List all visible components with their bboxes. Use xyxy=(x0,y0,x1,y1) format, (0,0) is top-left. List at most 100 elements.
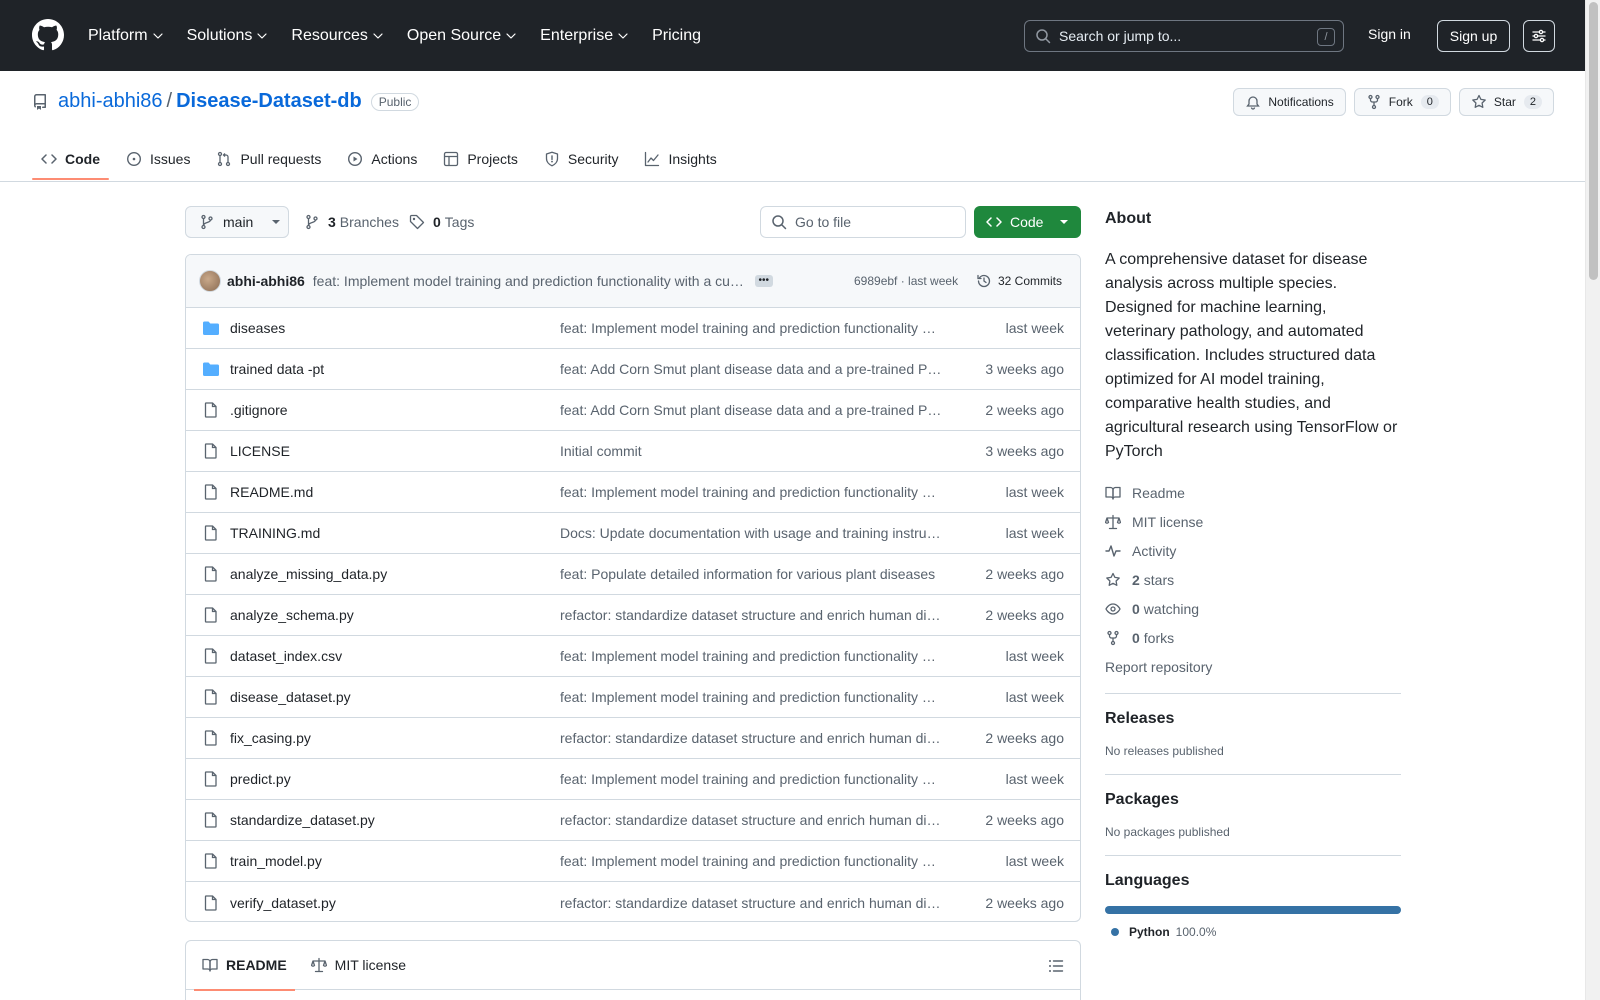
table-row[interactable]: disease_dataset.py feat: Implement model … xyxy=(186,677,1080,718)
sidebar-link-activity[interactable]: Activity xyxy=(1105,536,1401,565)
file-name-link[interactable]: predict.py xyxy=(230,771,550,787)
sidebar-link-watching[interactable]: 0 watching xyxy=(1105,594,1401,623)
commit-expand-button[interactable]: ••• xyxy=(754,275,773,287)
sidebar-link-readme[interactable]: Readme xyxy=(1105,478,1401,507)
file-name-link[interactable]: train_model.py xyxy=(230,853,550,869)
repo-name-link[interactable]: Disease-Dataset-db xyxy=(176,90,362,113)
file-name-link[interactable]: trained data -pt xyxy=(230,361,550,377)
table-row[interactable]: TRAINING.md Docs: Update documentation wi… xyxy=(186,513,1080,554)
report-repository-link[interactable]: Report repository xyxy=(1105,652,1401,681)
commit-author-link[interactable]: abhi-abhi86 xyxy=(227,273,305,289)
nav-item-enterprise[interactable]: Enterprise xyxy=(540,27,628,45)
tab-actions[interactable]: Actions xyxy=(338,139,426,179)
go-to-file-input[interactable]: Go to file xyxy=(760,206,966,238)
avatar[interactable] xyxy=(199,270,221,292)
packages-heading[interactable]: Packages xyxy=(1105,791,1401,809)
file-name-link[interactable]: diseases xyxy=(230,320,550,336)
file-commit-link[interactable]: feat: Implement model training and predi… xyxy=(560,320,944,336)
file-name-link[interactable]: LICENSE xyxy=(230,443,550,459)
tab-projects[interactable]: Projects xyxy=(434,139,527,179)
branch-selector[interactable]: main xyxy=(185,206,289,238)
sidebar-link-stars[interactable]: 2 stars xyxy=(1105,565,1401,594)
file-commit-link[interactable]: feat: Implement model training and predi… xyxy=(560,648,944,664)
fork-button[interactable]: Fork 0 xyxy=(1353,88,1451,116)
table-row[interactable]: .gitignore feat: Add Corn Smut plant dise… xyxy=(186,390,1080,431)
releases-heading[interactable]: Releases xyxy=(1105,710,1401,728)
file-commit-link[interactable]: feat: Implement model training and predi… xyxy=(560,484,944,500)
page-scrollbar[interactable] xyxy=(1585,0,1600,1000)
file-name-link[interactable]: standardize_dataset.py xyxy=(230,812,550,828)
notifications-button[interactable]: Notifications xyxy=(1233,88,1346,116)
nav-item-pricing[interactable]: Pricing xyxy=(652,27,701,45)
readme-panel: README MIT license xyxy=(185,940,1081,1000)
code-icon xyxy=(986,217,1002,227)
commit-hash-time[interactable]: 6989ebf · last week xyxy=(854,274,958,288)
readme-tab-readme[interactable]: README xyxy=(194,941,295,991)
sidebar-link-mit-license[interactable]: MIT license xyxy=(1105,507,1401,536)
file-name-link[interactable]: analyze_schema.py xyxy=(230,607,550,623)
table-row[interactable]: dataset_index.csv feat: Implement model t… xyxy=(186,636,1080,677)
nav-item-open-source[interactable]: Open Source xyxy=(407,27,516,45)
code-dropdown-button[interactable]: Code xyxy=(974,206,1081,238)
tab-issues[interactable]: Issues xyxy=(117,139,199,179)
graph-icon xyxy=(644,151,668,167)
commit-message-link[interactable]: feat: Implement model training and predi… xyxy=(313,273,745,289)
file-commit-link[interactable]: feat: Implement model training and predi… xyxy=(560,771,944,787)
search-input[interactable]: Search or jump to... / xyxy=(1024,20,1344,52)
pulse-icon xyxy=(1105,543,1132,559)
table-row[interactable]: train_model.py feat: Implement model trai… xyxy=(186,841,1080,882)
file-name-link[interactable]: .gitignore xyxy=(230,402,550,418)
tags-link[interactable]: 0 Tags xyxy=(409,214,474,230)
list-unordered-icon[interactable] xyxy=(1048,958,1064,974)
file-commit-link[interactable]: feat: Implement model training and predi… xyxy=(560,689,944,705)
table-row[interactable]: fix_casing.py refactor: standardize datas… xyxy=(186,718,1080,759)
nav-item-solutions[interactable]: Solutions xyxy=(187,27,268,45)
sidebar-link-label: stars xyxy=(1143,571,1175,588)
file-name-link[interactable]: README.md xyxy=(230,484,550,500)
sign-up-button[interactable]: Sign up xyxy=(1437,20,1510,52)
table-row[interactable]: predict.py feat: Implement model training… xyxy=(186,759,1080,800)
table-row[interactable]: analyze_missing_data.py feat: Populate de… xyxy=(186,554,1080,595)
file-commit-link[interactable]: refactor: standardize dataset structure … xyxy=(560,812,944,828)
sign-in-link[interactable]: Sign in xyxy=(1368,26,1411,42)
scrollbar-thumb[interactable] xyxy=(1589,2,1598,280)
file-commit-link[interactable]: feat: Populate detailed information for … xyxy=(560,566,944,582)
sidebar-link-forks[interactable]: 0 forks xyxy=(1105,623,1401,652)
nav-item-platform[interactable]: Platform xyxy=(88,27,163,45)
github-logo-icon[interactable] xyxy=(32,19,64,51)
star-button[interactable]: Star 2 xyxy=(1458,88,1554,116)
table-row[interactable]: standardize_dataset.py refactor: standard… xyxy=(186,800,1080,841)
file-name-link[interactable]: disease_dataset.py xyxy=(230,689,550,705)
file-commit-link[interactable]: refactor: standardize dataset structure … xyxy=(560,730,944,746)
file-commit-link[interactable]: feat: Add Corn Smut plant disease data a… xyxy=(560,361,944,377)
readme-tab-mit-license[interactable]: MIT license xyxy=(310,941,406,990)
tab-code[interactable]: Code xyxy=(32,139,109,180)
file-commit-link[interactable]: feat: Add Corn Smut plant disease data a… xyxy=(560,402,944,418)
file-name-link[interactable]: dataset_index.csv xyxy=(230,648,550,664)
repo-owner-link[interactable]: abhi-abhi86 xyxy=(58,90,163,113)
file-commit-link[interactable]: Initial commit xyxy=(560,443,944,459)
tab-pull-requests[interactable]: Pull requests xyxy=(207,139,330,179)
table-row[interactable]: README.md feat: Implement model training … xyxy=(186,472,1080,513)
nav-item-resources[interactable]: Resources xyxy=(291,27,383,45)
file-name-link[interactable]: TRAINING.md xyxy=(230,525,550,541)
file-commit-link[interactable]: refactor: standardize dataset structure … xyxy=(560,895,944,911)
file-age: 2 weeks ago xyxy=(985,812,1064,828)
commits-link[interactable]: 32 Commits xyxy=(976,273,1062,289)
file-commit-link[interactable]: refactor: standardize dataset structure … xyxy=(560,607,944,623)
file-commit-link[interactable]: Docs: Update documentation with usage an… xyxy=(560,525,944,541)
tab-security[interactable]: Security xyxy=(535,139,628,179)
table-row[interactable]: diseases feat: Implement model training a… xyxy=(186,308,1080,349)
table-row[interactable]: verify_dataset.py refactor: standardize d… xyxy=(186,882,1080,921)
tab-insights[interactable]: Insights xyxy=(635,139,725,179)
table-row[interactable]: analyze_schema.py refactor: standardize d… xyxy=(186,595,1080,636)
table-row[interactable]: LICENSE Initial commit 3 weeks ago xyxy=(186,431,1080,472)
branches-link[interactable]: 3 Branches xyxy=(304,214,399,230)
file-commit-link[interactable]: feat: Implement model training and predi… xyxy=(560,853,944,869)
command-palette-button[interactable] xyxy=(1523,20,1555,52)
file-name-link[interactable]: fix_casing.py xyxy=(230,730,550,746)
file-name-link[interactable]: verify_dataset.py xyxy=(230,895,550,911)
language-item[interactable]: Python 100.0% xyxy=(1105,925,1401,939)
table-row[interactable]: trained data -pt feat: Add Corn Smut plan… xyxy=(186,349,1080,390)
file-name-link[interactable]: analyze_missing_data.py xyxy=(230,566,550,582)
